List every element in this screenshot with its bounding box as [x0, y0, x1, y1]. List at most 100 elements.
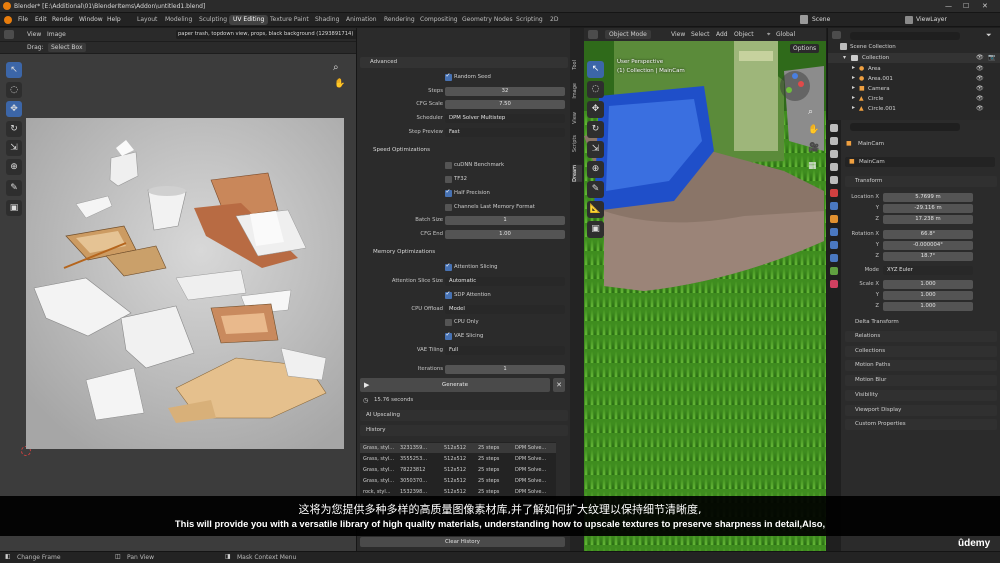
- history-row[interactable]: Grass, styl... 78223812 512x512 25 steps…: [360, 465, 556, 475]
- visibility-eye-icon[interactable]: 👁: [976, 75, 984, 82]
- vp-menu-object[interactable]: Object: [734, 31, 754, 38]
- vp-tool-cursor[interactable]: ◌: [587, 81, 604, 98]
- cfg-end-field[interactable]: 1.00: [445, 230, 565, 239]
- menu-help[interactable]: Help: [107, 16, 121, 23]
- object-name[interactable]: MainCam: [858, 141, 884, 147]
- tab-texture-paint[interactable]: Texture Paint: [266, 15, 313, 25]
- steps-field[interactable]: 32: [445, 87, 565, 96]
- tab-shading[interactable]: Shading: [311, 15, 343, 25]
- cpu-only-checkbox[interactable]: [445, 319, 452, 326]
- tool-select-circle[interactable]: ◌: [6, 82, 22, 98]
- expand-icon[interactable]: ▸: [852, 84, 855, 91]
- tool-cursor[interactable]: ↖: [6, 62, 22, 78]
- filter-icon[interactable]: ⏷: [986, 31, 992, 40]
- tab-dream[interactable]: Dream: [572, 165, 582, 182]
- history-row[interactable]: Grass, styl... 3050370... 512x512 25 ste…: [360, 476, 556, 486]
- maximize-icon[interactable]: ☐: [963, 2, 969, 10]
- drag-mode-select[interactable]: Select Box: [48, 43, 86, 52]
- vp-tool-scale[interactable]: ⇲: [587, 141, 604, 158]
- view-layer-props-icon[interactable]: [830, 163, 838, 171]
- scale-x-field[interactable]: 1.000: [883, 280, 973, 289]
- attention-slice-size-select[interactable]: Automatic: [445, 277, 565, 286]
- history-row[interactable]: Grass, styl... 3231359... 512x512 25 ste…: [360, 443, 556, 453]
- outliner-item-area-001[interactable]: ▸ ● Area.001 👁: [828, 74, 1000, 84]
- expand-icon[interactable]: ▸: [852, 104, 855, 111]
- generate-button[interactable]: ▶ Generate: [360, 378, 550, 392]
- advanced-section-header[interactable]: Advanced: [360, 57, 568, 68]
- rotation-x-field[interactable]: 66.8°: [883, 230, 973, 239]
- tab-geometry-nodes[interactable]: Geometry Nodes: [458, 15, 517, 25]
- tool-scale[interactable]: ⇲: [6, 140, 22, 156]
- expand-icon[interactable]: ▾: [843, 54, 846, 61]
- tool-rotate[interactable]: ↻: [6, 121, 22, 137]
- tab-animation[interactable]: Animation: [342, 15, 381, 25]
- clear-history-button[interactable]: Clear History: [360, 537, 565, 547]
- tab-scripting[interactable]: Scripting: [512, 15, 547, 25]
- tool-annotate[interactable]: ✎: [6, 180, 22, 196]
- scene-name[interactable]: Scene: [812, 16, 830, 23]
- transform-orientation[interactable]: Global: [776, 31, 795, 38]
- vp-tool-transform[interactable]: ⊕: [587, 161, 604, 178]
- output-props-icon[interactable]: [830, 150, 838, 158]
- vp-tool-annotate[interactable]: ✎: [587, 181, 604, 198]
- history-row[interactable]: Grass, styl... 3555253... 512x512 25 ste…: [360, 454, 556, 464]
- tab-2d[interactable]: 2D: [546, 15, 562, 25]
- transform-orientation-icon[interactable]: ⌖: [767, 31, 770, 39]
- batch-size-field[interactable]: 1: [445, 216, 565, 225]
- gizmo-x-icon[interactable]: [798, 81, 804, 87]
- scene-props-icon[interactable]: [830, 176, 838, 184]
- tab-sculpting[interactable]: Sculpting: [195, 15, 231, 25]
- outliner-item-circle-001[interactable]: ▸ ▲ Circle.001 👁: [828, 104, 1000, 114]
- memory-section-header[interactable]: Memory Optimizations: [363, 247, 567, 258]
- visibility-eye-icon[interactable]: 👁: [976, 54, 984, 61]
- tool-transform[interactable]: ⊕: [6, 159, 22, 175]
- rotation-mode-select[interactable]: XYZ Euler: [883, 266, 973, 275]
- menu-file[interactable]: File: [18, 16, 28, 23]
- close-icon[interactable]: ✕: [982, 2, 988, 10]
- gizmo-z-icon[interactable]: [792, 73, 798, 79]
- relations-section[interactable]: Relations: [845, 331, 997, 342]
- vp-menu-select[interactable]: Select: [691, 31, 710, 38]
- tab-layout[interactable]: Layout: [133, 15, 161, 25]
- world-props-icon[interactable]: [830, 189, 838, 197]
- viewport-editor-type-icon[interactable]: [588, 30, 598, 39]
- sdp-attention-checkbox[interactable]: [445, 290, 452, 299]
- tab-rendering[interactable]: Rendering: [380, 15, 419, 25]
- vp-camera-icon[interactable]: 🎥: [808, 143, 819, 153]
- cfg-scale-field[interactable]: 7.50: [445, 100, 565, 109]
- collection-props-icon[interactable]: [830, 202, 838, 210]
- visibility-eye-icon[interactable]: 👁: [976, 65, 984, 72]
- tool-move[interactable]: ✥: [6, 101, 22, 117]
- texture-props-icon[interactable]: [830, 280, 838, 288]
- cancel-generation-icon[interactable]: ✕: [553, 378, 565, 392]
- scheduler-select[interactable]: DPM Solver Multistep: [445, 114, 565, 123]
- object-mode-select[interactable]: Object Mode: [605, 30, 651, 39]
- viewport-display-section[interactable]: Viewport Display: [845, 405, 997, 416]
- tf32-checkbox[interactable]: [445, 176, 452, 183]
- iterations-field[interactable]: 1: [445, 365, 565, 374]
- vp-tool-select[interactable]: ↖: [587, 61, 604, 78]
- outliner-editor-icon[interactable]: [832, 31, 841, 39]
- history-section[interactable]: History: [360, 425, 568, 436]
- outliner-item-camera[interactable]: ▸ ■ Camera 👁: [828, 84, 1000, 94]
- expand-icon[interactable]: ▸: [852, 94, 855, 101]
- 3d-viewport[interactable]: ↖ ◌ ✥ ↻ ⇲ ⊕ ✎ 📐 ▣ User Perspective (1) C…: [584, 41, 826, 551]
- render-props-icon[interactable]: [830, 137, 838, 145]
- tab-uv-editing[interactable]: UV Editing: [229, 15, 269, 25]
- menu-window[interactable]: Window: [79, 16, 103, 23]
- attention-slicing-checkbox[interactable]: [445, 262, 452, 271]
- channels-last-checkbox[interactable]: [445, 204, 452, 211]
- cpu-offload-select[interactable]: Model: [445, 305, 565, 314]
- vae-tiling-select[interactable]: Full: [445, 346, 565, 355]
- uv-menu-view[interactable]: View: [27, 31, 41, 38]
- vp-tool-add-cube[interactable]: ▣: [587, 221, 604, 238]
- delta-transform-section[interactable]: Delta Transform: [845, 317, 997, 328]
- expand-icon[interactable]: ▸: [852, 74, 855, 81]
- uv-menu-image[interactable]: Image: [47, 31, 66, 38]
- data-props-icon[interactable]: [830, 267, 838, 275]
- random-seed-checkbox[interactable]: [445, 72, 452, 81]
- view-layer-name[interactable]: ViewLayer: [916, 16, 947, 23]
- location-x-field[interactable]: 5.7699 m: [883, 193, 973, 202]
- vp-tool-rotate[interactable]: ↻: [587, 121, 604, 138]
- transform-section[interactable]: Transform: [845, 176, 997, 187]
